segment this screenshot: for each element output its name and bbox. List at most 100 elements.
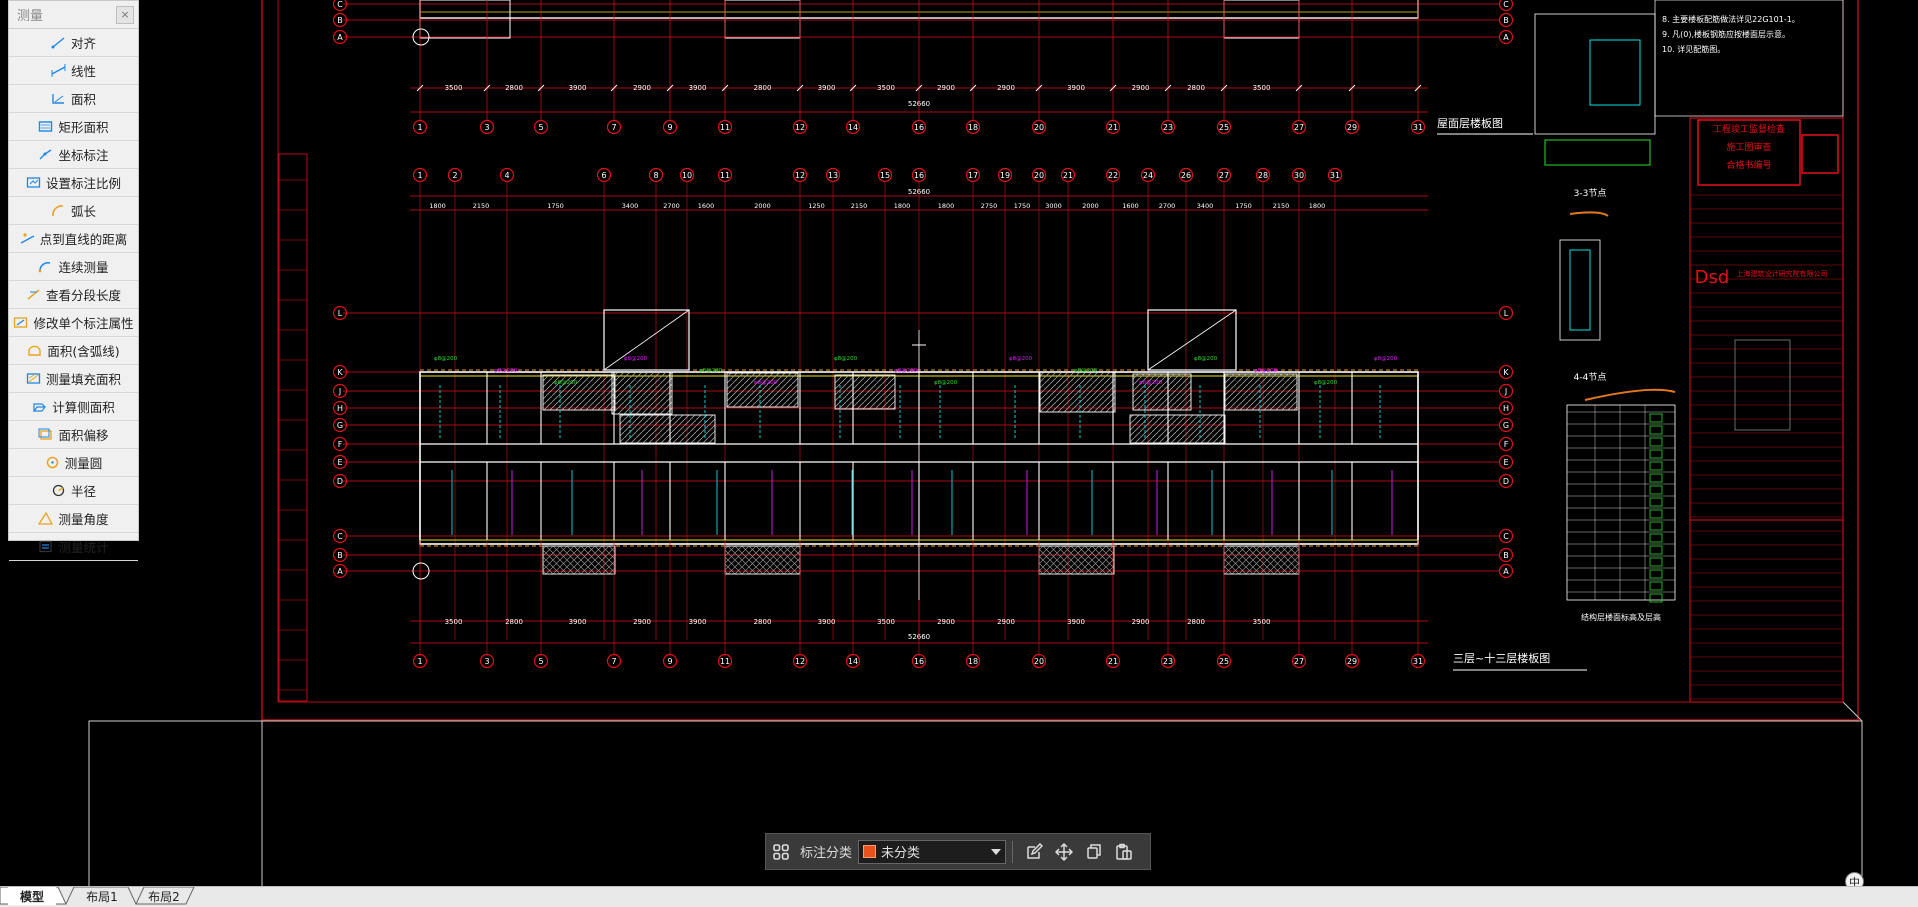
top-bay-dim: 3400: [622, 202, 639, 210]
rebar-label: φ8@200: [934, 380, 958, 386]
fill-area-icon: [26, 373, 41, 384]
measure-tool-list: 对齐线性 面积 矩形面积 坐标标注 设置标注比例弧长点到直线的距离 连续测量 查看分段长度修…: [9, 29, 138, 561]
revision-column: [278, 153, 308, 702]
upper-grid-bubble-label: 11: [720, 123, 730, 132]
measure-tool-19[interactable]: 测量统计: [9, 533, 138, 561]
measure-tool-16[interactable]: 测量圆: [9, 449, 138, 477]
section-3-3-detail: [1534, 13, 1656, 135]
measure-tool-11[interactable]: 修改单个标注属性: [9, 309, 138, 337]
section-4-4-title: 4-4节点: [1574, 372, 1607, 383]
rebar-label: φ8@200: [494, 368, 518, 374]
edit-icon[interactable]: [1019, 837, 1049, 867]
upper-grid-bubble-label: 29: [1347, 123, 1357, 132]
paste-icon[interactable]: [1109, 837, 1139, 867]
section-3-3-window: [1589, 39, 1641, 106]
row-bubble-left-label: E: [337, 458, 342, 467]
hatched-slab-zone: [1224, 373, 1298, 411]
top-bay-dim: 2700: [1159, 202, 1176, 210]
cad-drawing-canvas[interactable]: C C B B A A 52660 1 3500 3 2800 5 3900 7 2900 9 3900 11 28…: [0, 0, 1918, 886]
grid-apps-icon[interactable]: [766, 837, 796, 867]
tab-model[interactable]: 模型: [8, 887, 56, 905]
top-grid-bubble-label: 22: [1108, 171, 1118, 180]
tab-layout1[interactable]: 布局1: [78, 887, 126, 905]
measure-tool-5[interactable]: 坐标标注: [9, 141, 138, 169]
upper-bay-dim: 2900: [937, 84, 955, 92]
hatched-slab-zone: [834, 374, 896, 410]
bottom-bay-dim: 3500: [1253, 618, 1271, 626]
measure-tool-8[interactable]: 点到直线的距离: [9, 225, 138, 253]
move-icon[interactable]: [1049, 837, 1079, 867]
rebar-label: φ8@200: [624, 356, 648, 362]
top-bay-dim: 2000: [1082, 202, 1099, 210]
upper-grid-bubble-label: 7: [611, 123, 616, 132]
bottom-bay-dim: 3900: [1067, 618, 1085, 626]
approval-stamp-line: 工程竣工监督检查: [1713, 123, 1785, 135]
measure-tool-12[interactable]: 面积(含弧线): [9, 337, 138, 365]
measure-tool-7[interactable]: 弧长: [9, 197, 138, 225]
top-grid-bubble-label: 16: [914, 171, 924, 180]
top-grid-bubble-label: 8: [653, 171, 658, 180]
measure-tool-15[interactable]: 面积偏移: [9, 421, 138, 449]
lower-plan-title: 三层~十三层楼板图: [1453, 651, 1550, 665]
measure-tool-label: 面积(含弧线): [47, 344, 120, 359]
measure-tool-2[interactable]: 线性: [9, 57, 138, 85]
key-plan: [1734, 339, 1791, 431]
bottom-grid-bubble-label: 16: [914, 657, 924, 666]
row-bubble-left-label: F: [338, 440, 343, 449]
measure-tool-label: 弧长: [70, 204, 96, 219]
upper-bay-dim: 3500: [877, 84, 895, 92]
upper-row-bubble-left-label: A: [337, 33, 343, 42]
row-bubble-right-label: G: [1503, 421, 1509, 430]
measure-tool-9[interactable]: 连续测量: [9, 253, 138, 281]
top-grid-bubble-label: 12: [795, 171, 805, 180]
measure-tool-6[interactable]: 设置标注比例: [9, 169, 138, 197]
coordinate-icon: [39, 149, 52, 160]
top-bay-dim: 2700: [663, 202, 680, 210]
upper-grid-bubble-label: 16: [914, 123, 924, 132]
row-bubble-left-label: C: [337, 532, 343, 541]
elevation-level-marker: [1649, 593, 1663, 603]
top-grid-bubble-label: 27: [1219, 171, 1229, 180]
measure-tool-18[interactable]: 测量角度: [9, 505, 138, 533]
row-bubble-left-label: L: [338, 309, 343, 318]
upper-grid-bubble-label: 18: [968, 123, 978, 132]
rebar-label: φ8@200: [1074, 368, 1098, 374]
rebar-label: φ8@200: [434, 356, 458, 362]
top-bay-dim: 1750: [1235, 202, 1252, 210]
upper-bay-dim: 2800: [754, 84, 772, 92]
measure-tool-label: 计算侧面积: [52, 400, 115, 415]
layout-tab-bar: 模型 布局1 布局2: [0, 886, 1918, 907]
bottom-grid-bubble-label: 7: [611, 657, 616, 666]
measure-tool-13[interactable]: 测量填充面积: [9, 365, 138, 393]
measure-tool-3[interactable]: 面积: [9, 85, 138, 113]
tab-layout2[interactable]: 布局2: [142, 887, 186, 905]
row-bubble-left-label: A: [337, 567, 343, 576]
bottom-bay-dim: 3900: [818, 618, 836, 626]
measure-tool-label: 测量圆: [64, 456, 103, 471]
top-grid-bubble-label: 13: [828, 171, 838, 180]
bottom-grid-bubble-label: 9: [667, 657, 672, 666]
upper-bay-dim: 2800: [1187, 84, 1205, 92]
measure-tool-1[interactable]: 对齐: [9, 29, 138, 57]
bottom-grid-bubble-label: 18: [968, 657, 978, 666]
copy-icon[interactable]: [1079, 837, 1109, 867]
measure-tool-17[interactable]: 半径: [9, 477, 138, 505]
measure-tool-4[interactable]: 矩形面积: [9, 113, 138, 141]
scale-setting-icon: [26, 177, 41, 188]
arc-length-icon: [52, 205, 64, 217]
upper-grid-bubble-label: 23: [1163, 123, 1173, 132]
measure-tool-label: 对齐: [70, 36, 96, 51]
measure-tool-14[interactable]: 计算侧面积: [9, 393, 138, 421]
top-grid-bubble-label: 28: [1258, 171, 1268, 180]
category-select[interactable]: 未分类: [858, 839, 1007, 864]
close-icon[interactable]: ×: [116, 5, 134, 24]
bottom-grid-bubble-label: 14: [848, 657, 858, 666]
measure-tool-label: 测量角度: [58, 512, 109, 527]
elevation-level-marker: [1649, 557, 1663, 567]
measure-tool-10[interactable]: 查看分段长度: [9, 281, 138, 309]
upper-bay-dim: 3500: [1253, 84, 1271, 92]
angle-icon: [38, 512, 54, 525]
hatched-slab-zone: [1039, 371, 1116, 413]
elevation-level-marker: [1649, 461, 1663, 471]
elevation-level-marker: [1649, 569, 1663, 579]
